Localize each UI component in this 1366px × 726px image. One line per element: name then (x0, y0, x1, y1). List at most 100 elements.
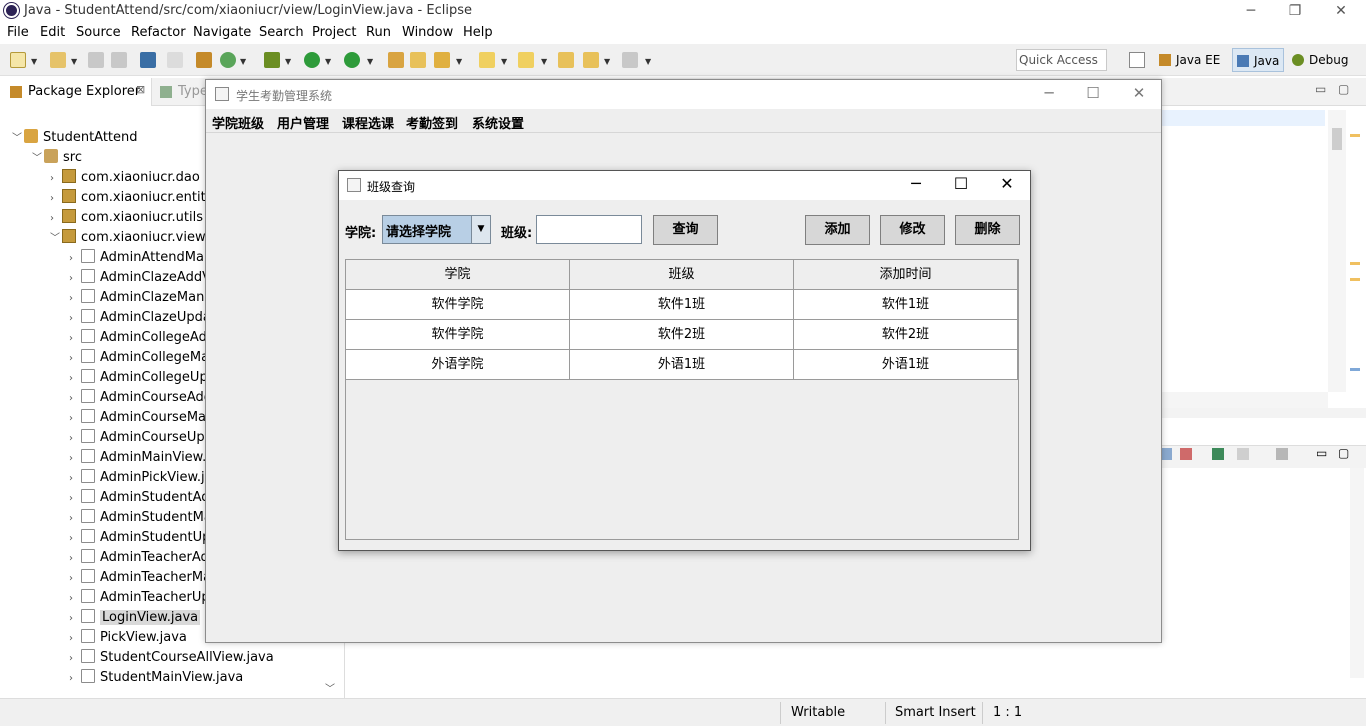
add-button[interactable]: 添加 (805, 215, 870, 245)
table-cell[interactable]: 外语学院 (346, 350, 570, 380)
column-header-class[interactable]: 班级 (570, 260, 794, 290)
open-folder-icon[interactable] (410, 52, 426, 68)
console-minimize-icon[interactable]: ▭ (1316, 446, 1327, 460)
chevron-right-icon[interactable]: › (69, 249, 81, 269)
chevron-right-icon[interactable]: › (69, 549, 81, 569)
chevron-right-icon[interactable]: › (69, 349, 81, 369)
new-package-icon[interactable] (50, 52, 66, 68)
minimize-button[interactable]: ─ (1228, 0, 1274, 22)
tab-package-explorer[interactable]: Package Explorer ⊠ (0, 78, 152, 106)
chevron-down-icon[interactable]: ﹀ (32, 149, 44, 169)
tree-package[interactable]: › com.xiaoniucr.dao (50, 168, 200, 188)
chevron-right-icon[interactable]: › (69, 589, 81, 609)
perspective-java[interactable]: Java (1232, 48, 1285, 72)
college-select[interactable]: 请选择学院 ▼ (382, 215, 491, 244)
search-icon[interactable] (434, 52, 450, 68)
chevron-right-icon[interactable]: › (69, 669, 81, 689)
menu-system-settings[interactable]: 系统设置 (472, 113, 524, 132)
tree-file[interactable]: › AdminCollegeAdc (69, 328, 214, 348)
app-minimize-button[interactable]: ─ (1026, 84, 1072, 102)
tree-file[interactable]: › PickView.java (69, 628, 187, 648)
chevron-right-icon[interactable]: › (69, 569, 81, 589)
console-maximize-icon[interactable]: ▢ (1338, 446, 1349, 460)
menu-source[interactable]: Source (76, 25, 121, 40)
tree-package[interactable]: ﹀ com.xiaoniucr.view (50, 228, 206, 248)
menu-attendance[interactable]: 考勤签到 (406, 113, 458, 132)
last-edit-icon[interactable] (558, 52, 574, 68)
tree-file[interactable]: › AdminClazeMana (69, 288, 212, 308)
skip-breakpoints-icon[interactable] (167, 52, 183, 68)
tree-file[interactable]: › StudentMainView.java (69, 668, 243, 688)
chevron-right-icon[interactable]: › (69, 369, 81, 389)
open-type-icon[interactable] (388, 52, 404, 68)
chevron-right-icon[interactable]: › (69, 529, 81, 549)
perspective-java-ee[interactable]: Java EE (1155, 48, 1224, 72)
class-input[interactable] (536, 215, 642, 244)
console-display-icon[interactable] (1237, 448, 1249, 460)
save-all-icon[interactable] (111, 52, 127, 68)
chevron-right-icon[interactable]: › (69, 289, 81, 309)
tree-file[interactable]: › LoginView.java (69, 608, 201, 629)
editor-maximize-icon[interactable]: ▢ (1338, 82, 1349, 96)
query-button[interactable]: 查询 (653, 215, 718, 245)
tree-package[interactable]: › com.xiaoniucr.utils (50, 208, 203, 228)
table-cell[interactable]: 软件2班 (570, 320, 794, 350)
editor-vscrollbar[interactable] (1328, 110, 1346, 392)
chevron-right-icon[interactable]: › (69, 649, 81, 669)
editor-minimize-icon[interactable]: ▭ (1315, 82, 1326, 96)
table-cell[interactable]: 软件2班 (794, 320, 1018, 350)
build-icon[interactable] (196, 52, 212, 68)
save-icon[interactable] (88, 52, 104, 68)
chevron-right-icon[interactable]: › (69, 309, 81, 329)
restore-button[interactable]: ❐ (1272, 0, 1318, 22)
tree-package[interactable]: › com.xiaoniucr.entity (50, 188, 213, 208)
perspective-debug[interactable]: Debug (1288, 48, 1352, 72)
tree-file[interactable]: › AdminTeacherAd (69, 548, 209, 568)
tree-file[interactable]: › AdminCourseUpc (69, 428, 212, 448)
refresh-icon[interactable] (220, 52, 236, 68)
chevron-down-icon[interactable]: ﹀ (12, 129, 24, 149)
new-icon[interactable] (10, 52, 26, 68)
tree-file[interactable]: › AdminCollegeMa (69, 348, 209, 368)
dialog-maximize-button[interactable]: ☐ (938, 174, 984, 193)
dialog-close-button[interactable]: ✕ (984, 174, 1030, 193)
chevron-right-icon[interactable]: › (50, 189, 62, 209)
tree-file[interactable]: › StudentCourseAllView.java (69, 648, 274, 668)
console-pin-icon[interactable] (1212, 448, 1224, 460)
chevron-right-icon[interactable]: › (69, 409, 81, 429)
tree-src-folder[interactable]: ﹀ src (32, 148, 82, 168)
chevron-right-icon[interactable]: › (69, 509, 81, 529)
menu-user-management[interactable]: 用户管理 (277, 113, 329, 132)
menu-college-class[interactable]: 学院班级 (212, 113, 264, 132)
coverage-icon[interactable] (344, 52, 360, 68)
column-header-added-time[interactable]: 添加时间 (794, 260, 1018, 290)
tree-scroll-down-icon[interactable]: ﹀ (325, 680, 335, 695)
chevron-right-icon[interactable]: › (69, 449, 81, 469)
column-header-college[interactable]: 学院 (346, 260, 570, 290)
menu-project[interactable]: Project (312, 25, 356, 40)
quick-access-input[interactable]: Quick Access (1016, 49, 1107, 71)
tab-type-hierarchy[interactable]: Type (158, 78, 208, 106)
menu-window[interactable]: Window (402, 25, 453, 40)
back-icon[interactable] (583, 52, 599, 68)
menu-course-selection[interactable]: 课程选课 (342, 113, 394, 132)
chevron-right-icon[interactable]: › (50, 169, 62, 189)
tree-file[interactable]: › AdminClazeAddV (69, 268, 211, 288)
tree-file[interactable]: › AdminCourseMar (69, 408, 211, 428)
tree-file[interactable]: › AdminStudentUpc (69, 528, 218, 548)
chevron-right-icon[interactable]: › (69, 469, 81, 489)
tree-file[interactable]: › AdminCourseAdd (69, 388, 212, 408)
console-remove-icon[interactable] (1180, 448, 1192, 460)
tree-file[interactable]: › AdminClazeUpda (69, 308, 211, 328)
dialog-minimize-button[interactable]: ─ (893, 174, 939, 193)
annotation-icon[interactable] (479, 52, 495, 68)
tree-file[interactable]: › AdminCollegeUpc (69, 368, 215, 388)
tree-project[interactable]: ﹀ StudentAttend (12, 128, 138, 148)
chevron-down-icon[interactable]: ▼ (471, 216, 490, 243)
app-close-button[interactable]: ✕ (1116, 84, 1162, 102)
menu-file[interactable]: File (7, 25, 29, 40)
tree-file[interactable]: › AdminTeacherMa (69, 568, 211, 588)
editor-scroll-thumb[interactable] (1332, 128, 1342, 150)
table-cell[interactable]: 软件1班 (794, 290, 1018, 320)
chevron-right-icon[interactable]: › (69, 609, 81, 629)
